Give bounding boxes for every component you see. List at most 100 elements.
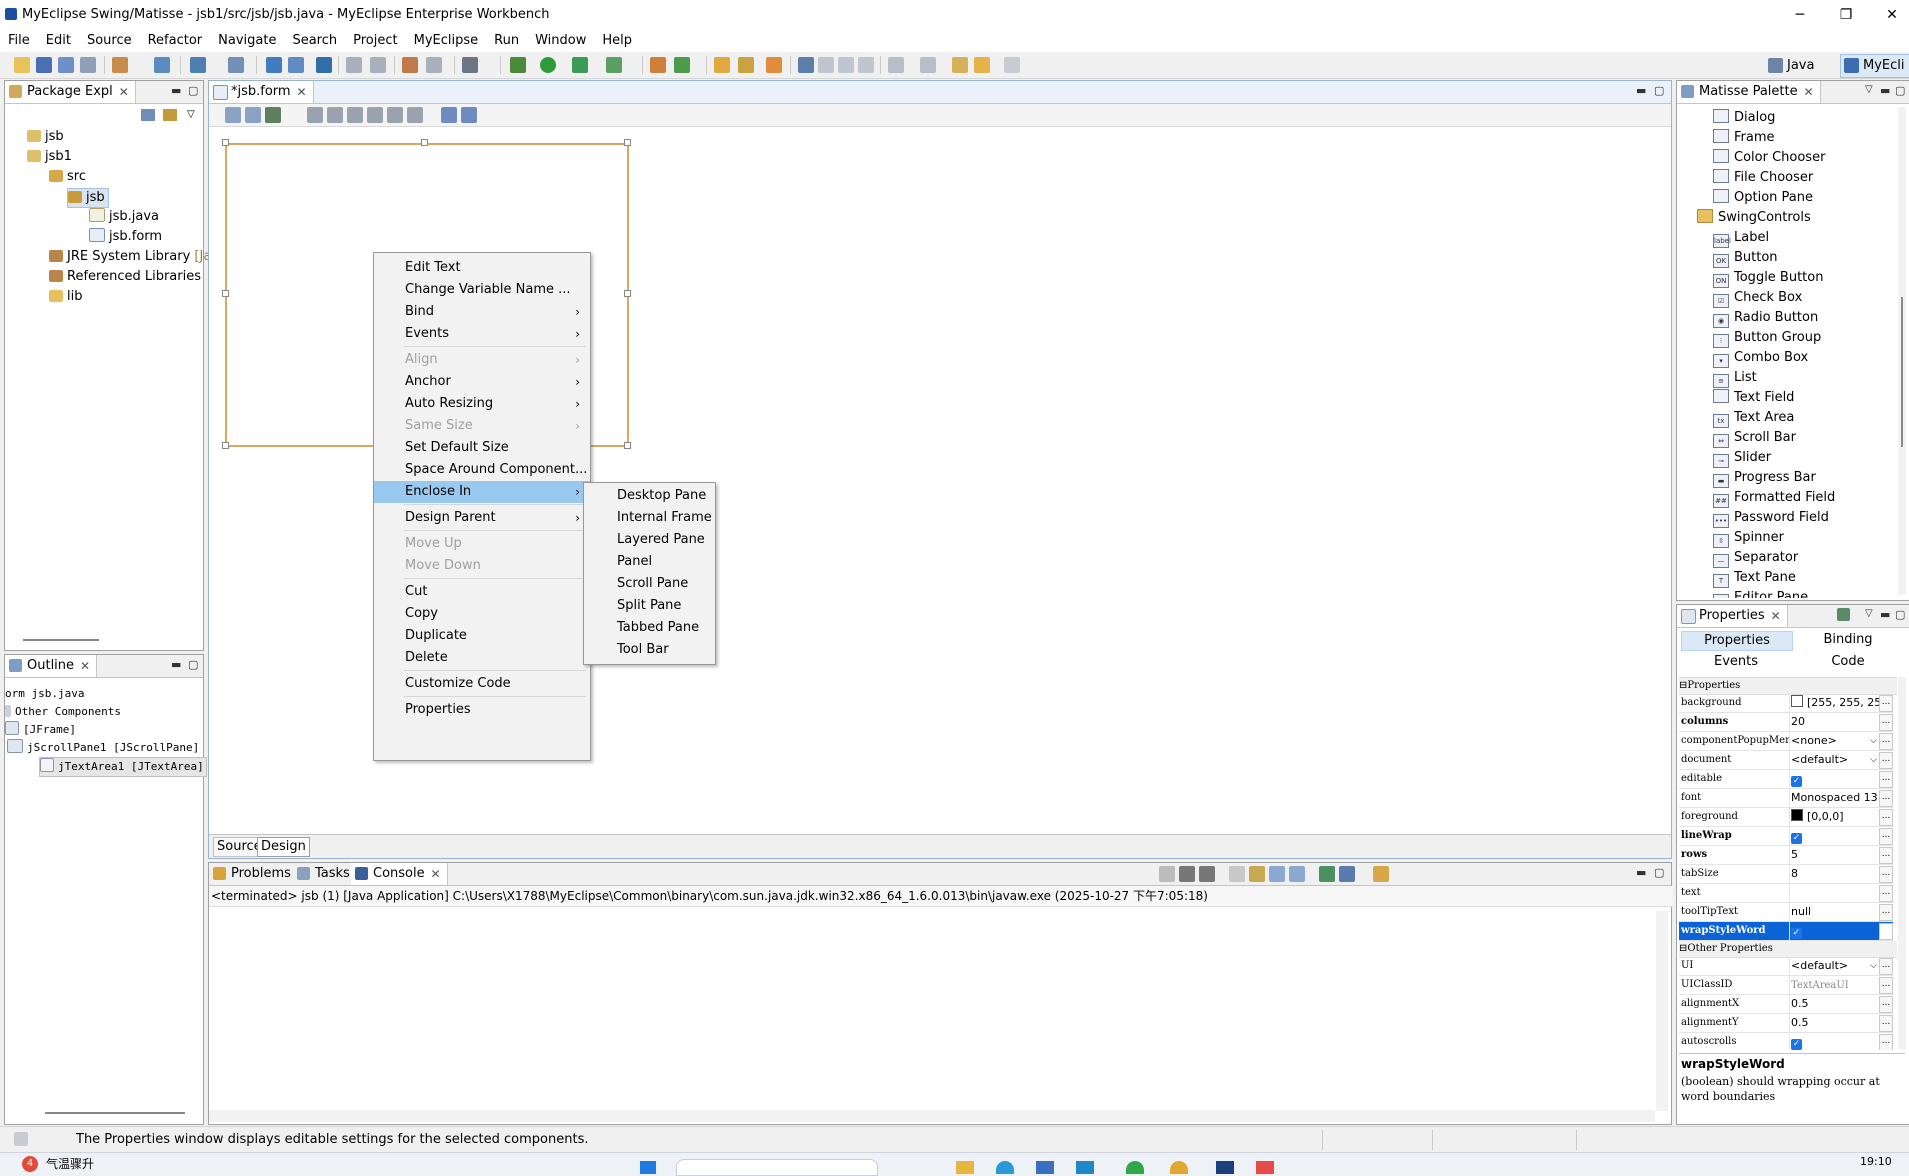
pin-console-icon[interactable] [1319, 866, 1335, 882]
property-editor-button[interactable]: ... [1879, 958, 1893, 975]
show-on-error-icon[interactable] [1289, 866, 1305, 882]
close-icon[interactable]: ✕ [119, 81, 129, 103]
resize-handle[interactable] [624, 290, 631, 297]
maximize-icon[interactable]: ▢ [188, 84, 198, 97]
resize-handle[interactable] [624, 139, 631, 146]
menu-file[interactable]: File [0, 30, 38, 52]
terminate-icon[interactable] [1159, 866, 1175, 882]
new-class-icon[interactable] [674, 57, 690, 73]
menu-item-design-parent[interactable]: Design Parent › [374, 507, 590, 529]
property-value[interactable]: 5 [1791, 846, 1879, 864]
close-icon[interactable]: ✕ [297, 81, 307, 103]
print-icon[interactable] [80, 57, 96, 73]
fast-view-icon[interactable] [14, 1132, 28, 1146]
palette-item-check-box[interactable]: ☑ Check Box [1713, 288, 1802, 308]
outline-jscrollpane1[interactable]: jScrollPane1 [JScrollPane] [7, 739, 199, 757]
weather-text[interactable]: 气温骤升 [46, 1155, 94, 1172]
property-row-UIClassID[interactable]: UIClassID TextAreaUI... [1679, 976, 1893, 995]
submenu-item-layered-pane[interactable]: Layered Pane [584, 529, 715, 551]
search-icon[interactable] [738, 57, 754, 73]
property-section-other[interactable]: ⊟Other Properties [1679, 941, 1897, 958]
property-row-document[interactable]: document <default> ⌵... [1679, 751, 1893, 770]
property-value[interactable]: 8 [1791, 865, 1879, 883]
menu-run[interactable]: Run [486, 30, 527, 52]
menu-item-move-up[interactable]: Move Up [374, 533, 590, 555]
mark-icon[interactable] [818, 57, 834, 73]
property-value[interactable]: <none> ⌵ [1791, 732, 1879, 750]
publish-icon[interactable] [288, 57, 304, 73]
link-editor-icon[interactable] [163, 109, 177, 121]
property-row-autoscrolls[interactable]: autoscrolls ✓... [1679, 1033, 1893, 1050]
submenu-item-split-pane[interactable]: Split Pane [584, 595, 715, 617]
horizontal-scrollbar[interactable] [45, 1112, 185, 1114]
view-menu-icon[interactable]: ▽ [1865, 608, 1873, 619]
checkbox-checked-icon[interactable]: ✓ [1791, 928, 1802, 939]
menu-item-move-down[interactable]: Move Down [374, 555, 590, 577]
open-console-icon[interactable] [1373, 866, 1389, 882]
menu-item-edit-text[interactable]: Edit Text [374, 257, 590, 279]
align-top-icon[interactable] [367, 107, 383, 123]
mail-icon[interactable] [1076, 1161, 1094, 1174]
align-bottom-icon[interactable] [387, 107, 403, 123]
palette-item-file-chooser[interactable]: File Chooser [1713, 168, 1813, 188]
tree-item-jre-library[interactable]: JRE System Library [Jav [49, 248, 219, 266]
menu-item-set-default-size[interactable]: Set Default Size [374, 437, 590, 459]
next-annotation-icon[interactable] [888, 57, 904, 73]
submenu-item-internal-frame[interactable]: Internal Frame [584, 507, 715, 529]
tab-tasks[interactable]: Tasks [293, 863, 357, 885]
scroll-lock-icon[interactable] [1249, 866, 1265, 882]
tab-matisse-palette[interactable]: Matisse Palette ✕ [1677, 81, 1821, 103]
menu-navigate[interactable]: Navigate [210, 30, 284, 52]
minimize-icon[interactable]: ▬ [1880, 608, 1890, 621]
submenu-item-desktop-pane[interactable]: Desktop Pane [584, 485, 715, 507]
myeclipse-taskbar-icon[interactable] [1216, 1161, 1234, 1174]
property-row-componentPopupMenu[interactable]: componentPopupMenu <none> ⌵... [1679, 732, 1893, 751]
menu-item-enclose-in[interactable]: Enclose In › [374, 481, 590, 503]
palette-item-combo-box[interactable]: ▾ Combo Box [1713, 348, 1808, 368]
menu-item-align[interactable]: Align › [374, 349, 590, 371]
minimize-icon[interactable]: ▬ [171, 658, 181, 671]
remove-all-icon[interactable] [1199, 866, 1215, 882]
palette-item-separator[interactable]: — Separator [1713, 548, 1798, 568]
checkbox-checked-icon[interactable]: ✓ [1791, 1039, 1802, 1050]
tree-item-jsb-form[interactable]: jsb.form [89, 228, 162, 246]
external-tools-icon[interactable] [606, 57, 622, 73]
property-row-lineWrap[interactable]: lineWrap ✓... [1679, 827, 1893, 846]
palette-item-spinner[interactable]: ⇳ Spinner [1713, 528, 1784, 548]
property-editor-button[interactable]: ... [1879, 1034, 1893, 1050]
center-horizontally-icon[interactable] [347, 107, 363, 123]
tab-design[interactable]: Design [257, 837, 310, 857]
back-icon[interactable] [974, 57, 990, 73]
display-console-icon[interactable] [1339, 866, 1355, 882]
perspective-myeclipse[interactable]: MyEcli [1840, 54, 1909, 78]
menu-item-anchor[interactable]: Anchor › [374, 371, 590, 393]
property-row-wrapStyleWord[interactable]: wrapStyleWord ✓... [1679, 922, 1893, 941]
restore-button[interactable]: ❐ [1823, 2, 1869, 28]
run-icon[interactable] [540, 57, 556, 73]
tool-b-icon[interactable] [370, 57, 386, 73]
menu-item-same-size[interactable]: Same Size › [374, 415, 590, 437]
tree-item-lib[interactable]: lib [49, 288, 82, 306]
horizontal-scrollbar[interactable] [209, 1110, 1655, 1122]
property-editor-button[interactable]: ... [1879, 828, 1893, 845]
weather-badge[interactable]: 4 [22, 1156, 38, 1172]
property-value[interactable]: 0.5 [1791, 1014, 1879, 1032]
pilcrow-icon[interactable] [858, 57, 874, 73]
tab-problems[interactable]: Problems [209, 863, 298, 885]
property-value[interactable]: ✓ [1791, 827, 1879, 845]
last-edit-icon[interactable] [952, 57, 968, 73]
property-editor-button[interactable]: ... [1879, 714, 1893, 731]
menu-item-cut[interactable]: Cut [374, 581, 590, 603]
horizontal-scrollbar[interactable] [23, 639, 99, 641]
property-row-tabSize[interactable]: tabSize 8... [1679, 865, 1893, 884]
palette-item-text-area[interactable]: tx Text Area [1713, 408, 1794, 428]
property-row-text[interactable]: text... [1679, 884, 1893, 903]
palette-item-editor-pane[interactable]: txEditor Pane [1713, 588, 1808, 598]
menu-item-bind[interactable]: Bind › [374, 301, 590, 323]
tab-jsb-form[interactable]: *jsb.form ✕ [209, 81, 314, 103]
menu-item-change-variable-name[interactable]: Change Variable Name ... [374, 279, 590, 301]
annotation-icon[interactable] [798, 57, 814, 73]
menu-item-copy[interactable]: Copy [374, 603, 590, 625]
vertical-scrollbar[interactable] [1656, 911, 1668, 1111]
property-row-foreground[interactable]: foreground [0,0,0]... [1679, 808, 1893, 827]
